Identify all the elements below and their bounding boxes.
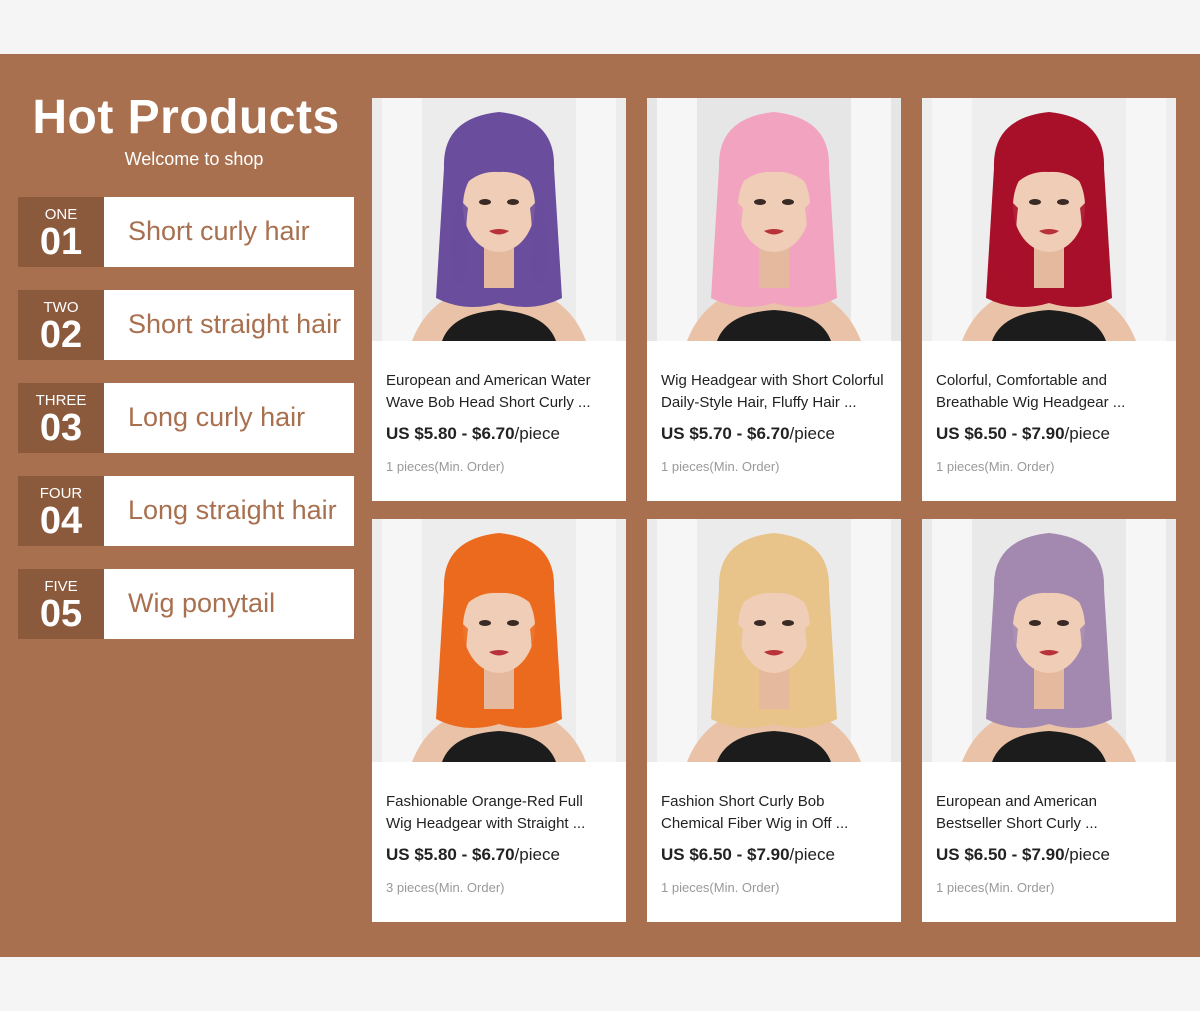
price-unit: /piece [789,424,835,443]
page-title: Hot Products [32,91,340,144]
product-card[interactable]: European and American Water Wave Bob Hea… [372,98,626,501]
category-number-badge: ONE 01 [18,197,104,267]
product-price: US $5.70 - $6.70/piece [661,424,835,444]
product-title[interactable]: Fashionable Orange-Red Full Wig Headgear… [386,791,618,835]
price-range: US $6.50 - $7.90 [936,845,1065,864]
min-order: 1 pieces(Min. Order) [936,459,1055,474]
category-number-badge: FOUR 04 [18,476,104,546]
min-order: 3 pieces(Min. Order) [386,880,505,895]
category-long-curly-hair[interactable]: THREE 03 Long curly hair [18,383,354,453]
product-image[interactable] [922,98,1176,341]
product-image[interactable] [372,98,626,341]
category-number-digits: 01 [39,221,83,263]
price-unit: /piece [789,845,835,864]
product-image[interactable] [647,519,901,762]
category-label: Wig ponytail [104,569,354,639]
category-label: Short curly hair [104,197,354,267]
product-title[interactable]: European and American Bestseller Short C… [936,791,1168,835]
price-range: US $5.80 - $6.70 [386,845,515,864]
price-range: US $6.50 - $7.90 [661,845,790,864]
product-title[interactable]: Colorful, Comfortable and Breathable Wig… [936,370,1168,414]
category-number-badge: TWO 02 [18,290,104,360]
category-short-curly-hair[interactable]: ONE 01 Short curly hair [18,197,354,267]
price-unit: /piece [514,845,560,864]
price-range: US $5.70 - $6.70 [661,424,790,443]
category-label: Long straight hair [104,476,354,546]
product-card[interactable]: Fashionable Orange-Red Full Wig Headgear… [372,519,626,922]
product-price: US $6.50 - $7.90/piece [936,424,1110,444]
category-label: Short straight hair [104,290,354,360]
product-title[interactable]: Fashion Short Curly Bob Chemical Fiber W… [661,791,893,835]
min-order: 1 pieces(Min. Order) [661,880,780,895]
product-price: US $6.50 - $7.90/piece [936,845,1110,865]
product-image[interactable] [372,519,626,762]
product-card[interactable]: Wig Headgear with Short Colorful Daily-S… [647,98,901,501]
category-number-badge: FIVE 05 [18,569,104,639]
category-wig-ponytail[interactable]: FIVE 05 Wig ponytail [18,569,354,639]
category-number-digits: 03 [39,407,83,449]
product-price: US $5.80 - $6.70/piece [386,845,560,865]
category-short-straight-hair[interactable]: TWO 02 Short straight hair [18,290,354,360]
min-order: 1 pieces(Min. Order) [661,459,780,474]
category-number-digits: 04 [39,500,83,542]
product-image[interactable] [922,519,1176,762]
product-card[interactable]: Fashion Short Curly Bob Chemical Fiber W… [647,519,901,922]
product-card[interactable]: Colorful, Comfortable and Breathable Wig… [922,98,1176,501]
min-order: 1 pieces(Min. Order) [386,459,505,474]
price-unit: /piece [1064,845,1110,864]
min-order: 1 pieces(Min. Order) [936,880,1055,895]
category-long-straight-hair[interactable]: FOUR 04 Long straight hair [18,476,354,546]
price-range: US $5.80 - $6.70 [386,424,515,443]
product-image[interactable] [647,98,901,341]
page-subtitle: Welcome to shop [124,149,264,169]
product-title[interactable]: Wig Headgear with Short Colorful Daily-S… [661,370,893,414]
category-number-digits: 05 [39,593,83,635]
category-number-digits: 02 [39,314,83,356]
price-unit: /piece [514,424,560,443]
category-label: Long curly hair [104,383,354,453]
price-range: US $6.50 - $7.90 [936,424,1065,443]
product-card[interactable]: European and American Bestseller Short C… [922,519,1176,922]
category-number-badge: THREE 03 [18,383,104,453]
product-price: US $6.50 - $7.90/piece [661,845,835,865]
product-price: US $5.80 - $6.70/piece [386,424,560,444]
product-title[interactable]: European and American Water Wave Bob Hea… [386,370,618,414]
price-unit: /piece [1064,424,1110,443]
